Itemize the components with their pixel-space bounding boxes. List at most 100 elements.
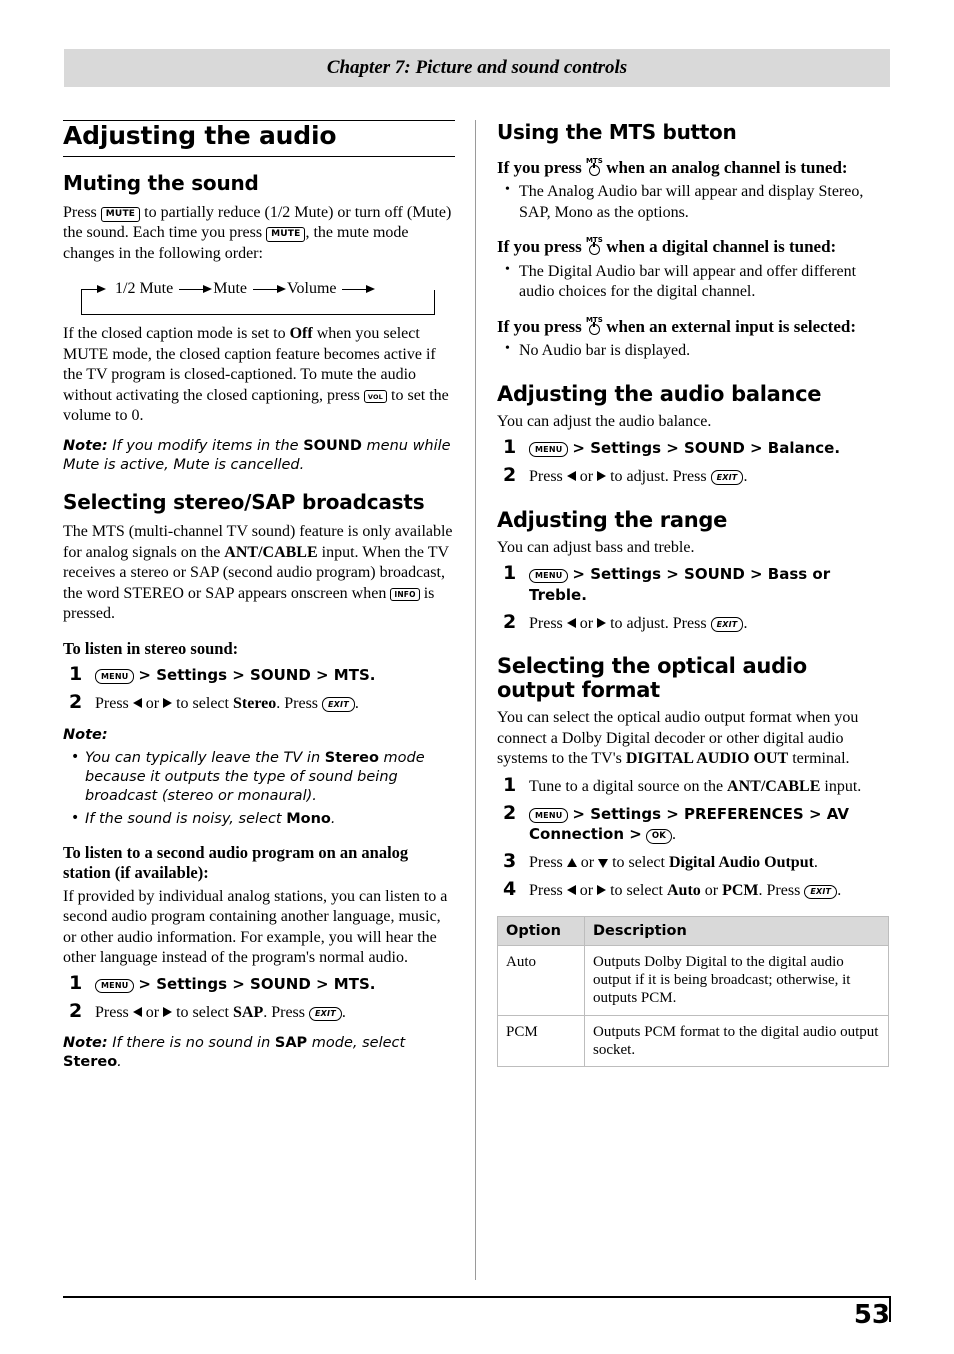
step-text-c: to select [176, 1004, 229, 1022]
list-item: The Digital Audio bar will appear and of… [505, 261, 889, 303]
chapter-title: Chapter 7: Picture and sound controls [326, 57, 628, 78]
menu-key-icon: MENU [529, 808, 569, 823]
sap-bold: SAP [274, 1035, 308, 1052]
step-text-b: or [579, 882, 594, 900]
mts-case-1-bullets: The Analog Audio bar will appear and dis… [497, 181, 889, 223]
down-arrow-icon [598, 859, 609, 869]
arrow-icon-2 [179, 284, 213, 294]
arrow-icon-3 [253, 284, 287, 294]
exit-key-icon: EXIT [710, 617, 744, 632]
left-arrow-icon [566, 617, 576, 628]
step-number: 1 [503, 773, 517, 796]
heading-adjusting-range: Adjusting the range [497, 507, 728, 532]
step-number: 2 [69, 690, 83, 713]
step-number: 1 [503, 562, 517, 585]
mute-key-icon-2: MUTE [266, 226, 306, 243]
table-cell-description: Outputs Dolby Digital to the digital aud… [584, 944, 889, 1016]
left-arrow-icon [566, 885, 576, 896]
bullet-text-a: You can typically leave the TV in [85, 750, 321, 767]
stereo-note2-a: If there is no sound in [112, 1035, 271, 1052]
step-text-c: to adjust. Press [610, 467, 707, 485]
step-number: 2 [69, 1000, 83, 1023]
exit-key-icon: EXIT [322, 697, 355, 712]
step-text-d: . [813, 854, 818, 872]
stereo-steps-1: 1 MENU > Settings > SOUND > MTS. 2 Press… [63, 663, 455, 715]
step-text-b: or [580, 854, 595, 872]
step-item: 3 Press or to select Digital Audio Outpu… [497, 850, 889, 874]
bullet-text-a: If the sound is noisy, select [85, 810, 282, 827]
step-bold: ANT/CABLE [727, 777, 821, 795]
step-item: 2 MENU > Settings > PREFERENCES > AV Con… [497, 802, 889, 847]
table-cell-option: PCM [497, 1014, 585, 1068]
heading-using-mts-button: Using the MTS button [497, 120, 737, 144]
stereo-paragraph-2: If provided by individual analog station… [63, 887, 448, 966]
muting-off-bold: Off [289, 325, 313, 343]
step-number: 4 [503, 878, 517, 901]
step-bold-auto: Auto [666, 882, 701, 900]
step-text-b: or [145, 694, 160, 712]
right-column: Using the MTS button If you press MTS wh… [497, 120, 889, 1068]
step-number: 3 [503, 850, 517, 873]
step-number: 1 [503, 435, 517, 458]
menu-path: > Settings > SOUND > MTS. [138, 975, 376, 994]
step-text-d: . Press [263, 1004, 305, 1022]
table-cell-option: Auto [497, 944, 585, 1016]
step-text-d: . Press [758, 882, 801, 900]
mts-button-icon: MTS [586, 236, 603, 256]
mts-button-icon: MTS [586, 157, 603, 176]
stereo-note-bullets: You can typically leave the TV in Stereo… [63, 748, 455, 829]
step-text-c: to adjust. Press [610, 614, 707, 632]
menu-key-icon: MENU [529, 568, 569, 584]
step-text-a: Press [95, 1004, 129, 1022]
step-number: 1 [69, 972, 83, 995]
right-arrow-icon [597, 470, 607, 481]
balance-intro: You can adjust the audio balance. [497, 412, 712, 430]
step-bold-pcm: PCM [722, 882, 759, 900]
step-bold: Stereo [232, 694, 277, 712]
step-text-c: to select [176, 694, 229, 712]
exit-key-icon: EXIT [309, 1006, 342, 1022]
step-text-e: . [354, 694, 359, 712]
step-item: 2 Press or to adjust. Press EXIT. [497, 611, 889, 635]
document-page: Chapter 7: Picture and sound controls Ad… [0, 0, 954, 1354]
right-arrow-icon [597, 617, 607, 628]
muting-note-label: Note: [63, 437, 108, 454]
flow-item-2: Mute [213, 280, 247, 298]
table-header-row: Option Description [497, 915, 889, 946]
muting-p1-a: Press [63, 204, 97, 221]
mts-case-1-heading: If you press MTS when an analog channel … [497, 157, 889, 178]
muting-note-a: If you modify items in the [112, 437, 299, 454]
step-item: 1 MENU > Settings > SOUND > Bass or Treb… [497, 562, 889, 607]
heading-muting-the-sound: Muting the sound [63, 171, 259, 195]
stereo-bold: Stereo [63, 1053, 118, 1070]
step-text-a: Press [529, 467, 563, 485]
step-text-a: Press [529, 614, 563, 632]
arrow-icon-4 [342, 284, 376, 294]
ant-cable-bold: ANT/CABLE [224, 543, 318, 561]
step-text-a: Press [529, 882, 563, 900]
table-header-description: Description [584, 915, 889, 946]
subheading-listen-stereo: To listen in stereo sound: [63, 638, 239, 658]
right-arrow-icon [163, 1007, 173, 1018]
step-bold: Digital Audio Output [668, 854, 814, 872]
step-text-d: . Press [276, 694, 319, 712]
step-item: 1 MENU > Settings > SOUND > MTS. [63, 972, 455, 996]
step-item: 1 MENU > Settings > SOUND > MTS. [63, 663, 455, 687]
flow-item-1: 1/2 Mute [115, 280, 174, 298]
step-number: 1 [69, 662, 83, 685]
mts-case1-pre: If you press [497, 158, 582, 177]
left-column: Adjusting the audio Muting the sound Pre… [63, 120, 455, 1072]
menu-path: > Settings > SOUND > MTS. [138, 665, 376, 684]
stereo-note2-e: . [117, 1053, 122, 1070]
optical-intro-c: terminal. [792, 750, 850, 768]
step-item: 1 Tune to a digital source on the ANT/CA… [497, 774, 889, 798]
chapter-header-bar: Chapter 7: Picture and sound controls [64, 49, 890, 87]
step-item: 4 Press or to select Auto or PCM. Press … [497, 878, 889, 902]
up-arrow-icon [566, 858, 577, 868]
menu-key-icon: MENU [95, 669, 135, 684]
list-item: If the sound is noisy, select Mono. [71, 809, 455, 829]
page-number: 53 [853, 1300, 890, 1330]
menu-path: > Settings > SOUND > Bass or Treble. [529, 565, 831, 604]
step-text-a: Press [529, 854, 563, 872]
step-text-c: to select [612, 854, 665, 872]
